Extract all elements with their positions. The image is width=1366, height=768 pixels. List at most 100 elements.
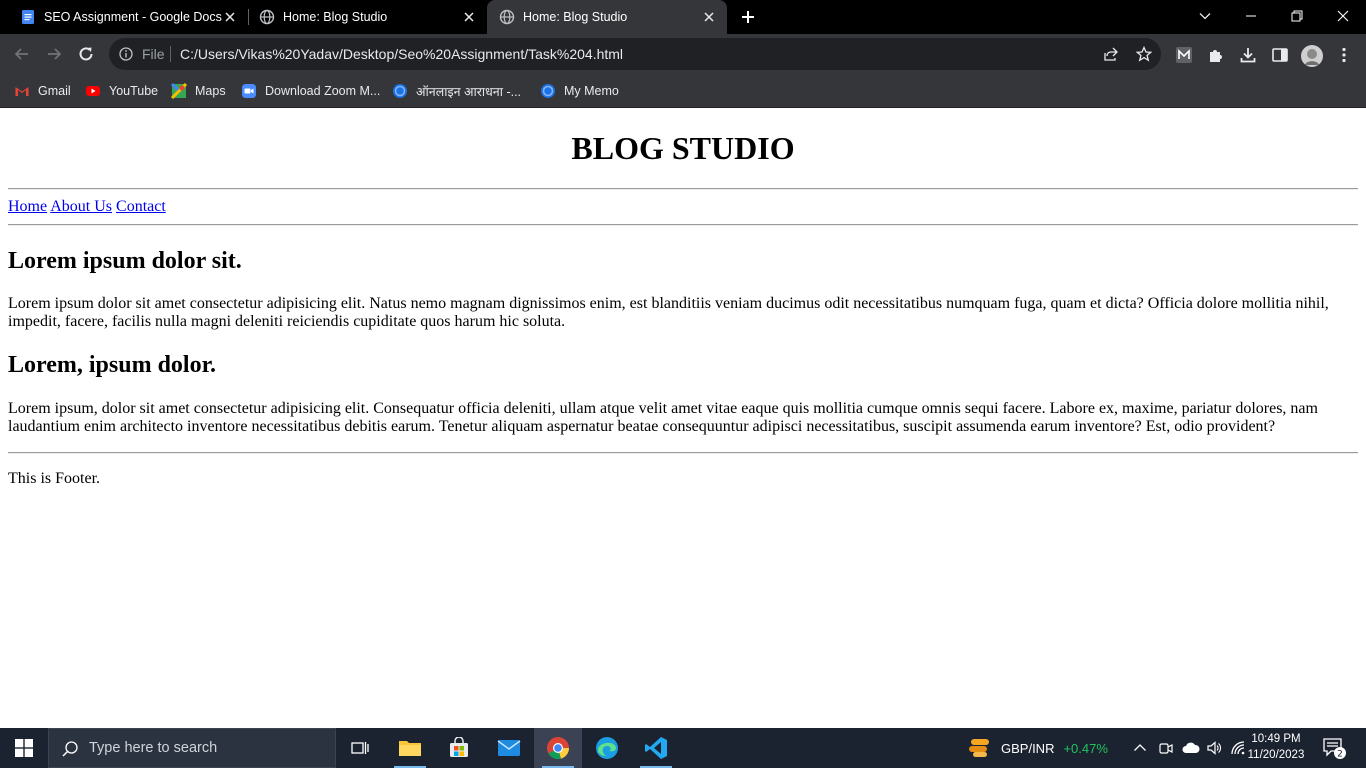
restore-button[interactable] bbox=[1274, 0, 1320, 32]
url-text[interactable]: C:/Users/Vikas%20Yadav/Desktop/Seo%20Ass… bbox=[180, 46, 623, 62]
restore-icon bbox=[1291, 10, 1303, 22]
taskbar-vscode[interactable] bbox=[632, 728, 680, 768]
tab-blog-studio-1[interactable]: Home: Blog Studio bbox=[239, 0, 487, 34]
notification-center-button[interactable]: 2 bbox=[1322, 728, 1346, 768]
zoom-icon bbox=[242, 84, 256, 98]
taskbar-clock[interactable]: 10:49 PM 11/20/2023 bbox=[1246, 731, 1306, 763]
stock-name: GBP/INR bbox=[1001, 740, 1055, 756]
new-tab-icon[interactable] bbox=[740, 9, 756, 25]
page-viewport: BLOG STUDIO Home About Us Contact Lorem … bbox=[0, 108, 1366, 728]
stock-widget[interactable]: GBP/INR +0.47% bbox=[968, 728, 1108, 768]
bookmark-star-icon[interactable] bbox=[1136, 46, 1152, 62]
chevron-down-icon bbox=[1199, 13, 1211, 20]
close-tab-icon[interactable] bbox=[463, 11, 475, 23]
taskbar-file-explorer[interactable] bbox=[386, 728, 434, 768]
site-nav: Home About Us Contact bbox=[8, 198, 1358, 216]
address-bar[interactable]: File C:/Users/Vikas%20Yadav/Desktop/Seo%… bbox=[109, 38, 1161, 70]
wifi-icon[interactable] bbox=[1230, 740, 1246, 756]
vscode-icon bbox=[645, 737, 667, 759]
search-placeholder: Type here to search bbox=[89, 740, 218, 756]
clock-date: 11/20/2023 bbox=[1247, 749, 1305, 761]
search-icon bbox=[62, 741, 78, 757]
maps-icon bbox=[171, 83, 187, 99]
stock-change: +0.47% bbox=[1063, 740, 1108, 756]
forward-arrow-icon[interactable] bbox=[44, 44, 64, 64]
globe-icon bbox=[259, 9, 275, 25]
divider bbox=[8, 452, 1358, 454]
taskbar-chrome[interactable] bbox=[534, 728, 582, 768]
bookmark-online-aaradhana[interactable]: ऑनलाइन आराधना -... bbox=[392, 82, 521, 100]
minimize-icon bbox=[1246, 15, 1256, 17]
divider bbox=[8, 224, 1358, 226]
gmail-icon bbox=[15, 87, 29, 96]
task-view-icon bbox=[351, 742, 369, 754]
side-panel-icon[interactable] bbox=[1271, 46, 1289, 64]
section-body: Lorem ipsum, dolor sit amet consectetur … bbox=[8, 400, 1318, 435]
close-tab-icon[interactable] bbox=[224, 11, 236, 23]
share-icon[interactable] bbox=[1103, 46, 1119, 62]
download-icon[interactable] bbox=[1239, 46, 1257, 64]
stock-widget-icon bbox=[969, 739, 989, 757]
reload-icon[interactable] bbox=[76, 44, 96, 64]
folder-icon bbox=[399, 741, 421, 756]
site-icon bbox=[541, 84, 555, 98]
bookmark-label: Gmail bbox=[38, 84, 71, 98]
store-icon bbox=[450, 737, 468, 757]
page-title: BLOG STUDIO bbox=[571, 130, 795, 166]
bookmark-label: My Memo bbox=[564, 84, 619, 98]
start-button[interactable] bbox=[0, 728, 48, 768]
close-icon bbox=[1337, 10, 1349, 22]
bookmark-maps[interactable]: Maps bbox=[171, 82, 226, 100]
site-icon bbox=[393, 84, 407, 98]
tab-blog-studio-active[interactable]: Home: Blog Studio bbox=[487, 0, 727, 34]
onedrive-cloud-icon[interactable] bbox=[1182, 740, 1200, 756]
more-menu-icon[interactable] bbox=[1335, 46, 1353, 64]
back-arrow-icon[interactable] bbox=[12, 44, 32, 64]
nav-link-home[interactable]: Home bbox=[8, 198, 47, 215]
close-window-button[interactable] bbox=[1320, 0, 1366, 32]
bookmark-my-memo[interactable]: My Memo bbox=[540, 82, 619, 100]
bookmark-label: ऑनलाइन आराधना -... bbox=[416, 84, 522, 99]
mail-icon bbox=[497, 740, 521, 756]
nav-link-contact[interactable]: Contact bbox=[116, 198, 166, 215]
minimize-button[interactable] bbox=[1228, 0, 1274, 32]
tab-search-button[interactable] bbox=[1182, 0, 1228, 32]
close-tab-icon[interactable] bbox=[703, 11, 715, 23]
bookmark-zoom[interactable]: Download Zoom M... bbox=[241, 82, 380, 100]
nav-link-about-us[interactable]: About Us bbox=[50, 198, 112, 215]
bookmark-label: Maps bbox=[195, 84, 226, 98]
omnibox-separator bbox=[170, 46, 171, 62]
tab-title: Home: Blog Studio bbox=[283, 10, 388, 24]
tab-title: SEO Assignment - Google Docs bbox=[44, 10, 222, 24]
section-body: Lorem ipsum dolor sit amet consectetur a… bbox=[8, 295, 1329, 330]
meet-now-icon[interactable] bbox=[1158, 740, 1174, 756]
tab-seo-assignment[interactable]: SEO Assignment - Google Docs bbox=[0, 0, 248, 34]
extensions-puzzle-icon[interactable] bbox=[1207, 46, 1225, 64]
divider bbox=[8, 188, 1358, 190]
notifications-icon: 2 bbox=[1323, 738, 1346, 760]
taskbar-search[interactable]: Type here to search bbox=[48, 728, 336, 768]
chevron-up-icon[interactable] bbox=[1132, 740, 1148, 756]
profile-avatar[interactable] bbox=[1300, 44, 1324, 68]
google-docs-icon bbox=[22, 10, 34, 24]
info-icon[interactable] bbox=[119, 47, 133, 61]
extension-m-icon[interactable] bbox=[1175, 46, 1193, 64]
bookmarks-bar: Gmail YouTube Maps Download Zoom M... ऑन… bbox=[0, 74, 1366, 108]
edge-icon bbox=[596, 737, 618, 759]
windows-logo-icon bbox=[15, 739, 33, 757]
section-heading: Lorem, ipsum dolor. bbox=[8, 352, 217, 378]
volume-icon[interactable] bbox=[1206, 740, 1222, 756]
windows-taskbar: Type here to search GBP/INR +0.47% 10:49… bbox=[0, 728, 1366, 768]
chrome-icon bbox=[547, 737, 569, 760]
scheme-label: File bbox=[142, 46, 165, 62]
taskbar-mail[interactable] bbox=[485, 728, 533, 768]
task-view-button[interactable] bbox=[336, 728, 384, 768]
globe-icon bbox=[499, 9, 515, 25]
bookmark-label: YouTube bbox=[109, 84, 159, 98]
taskbar-store[interactable] bbox=[435, 728, 483, 768]
taskbar-edge[interactable] bbox=[583, 728, 631, 768]
bookmark-gmail[interactable]: Gmail bbox=[14, 82, 71, 100]
notification-count: 2 bbox=[1337, 750, 1343, 760]
bookmark-youtube[interactable]: YouTube bbox=[85, 82, 158, 100]
page-footer: This is Footer. bbox=[8, 470, 101, 487]
